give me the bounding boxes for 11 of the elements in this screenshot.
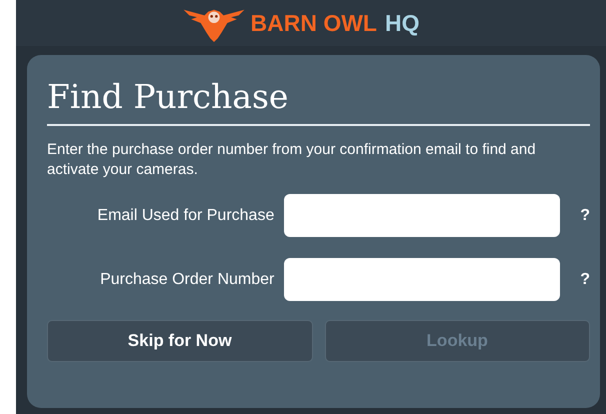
dialog-title: Find Purchase — [47, 77, 590, 126]
field-label: Email Used for Purchase — [96, 206, 276, 224]
description-text: Enter the purchase order number from your confirmation email to find and activate your cameras. — [47, 140, 537, 180]
help-link[interactable]: ? — [580, 206, 590, 224]
input-field[interactable] — [284, 258, 560, 301]
input-field[interactable] — [284, 194, 560, 237]
brand-name: BARN OWL — [250, 10, 377, 36]
field-label: Purchase Order Number — [99, 270, 276, 288]
brand-suffix: HQ — [384, 10, 420, 36]
skip-button[interactable]: Skip for Now — [47, 320, 312, 362]
help-link[interactable]: ? — [580, 270, 590, 288]
